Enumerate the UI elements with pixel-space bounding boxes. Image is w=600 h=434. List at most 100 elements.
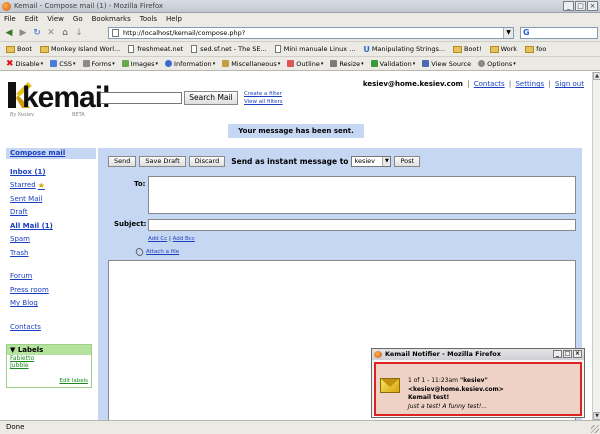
bookmark-item[interactable]: Mini manuale Linux ... — [272, 45, 359, 53]
close-button[interactable]: × — [587, 1, 598, 11]
sidebar-item-inbox[interactable]: Inbox (1) — [10, 165, 96, 179]
menu-view[interactable]: View — [47, 15, 64, 23]
dev-information[interactable]: Information ▾ — [162, 60, 218, 68]
search-mail-button[interactable]: Search Mail — [184, 91, 238, 105]
menu-tools[interactable]: Tools — [140, 15, 157, 23]
view-filters-link[interactable]: View all filters — [244, 98, 283, 106]
sidebar-item-sent-mail[interactable]: Sent Mail — [10, 192, 96, 206]
download-icon[interactable]: ↓ — [73, 27, 85, 39]
sidebar-item-spam[interactable]: Spam — [10, 233, 96, 247]
bookmark-item[interactable]: U Manipulating Strings... — [360, 45, 448, 54]
home-icon[interactable]: ⌂ — [59, 27, 71, 39]
sidebar-item-my-blog[interactable]: My Blog — [10, 297, 96, 311]
to-field[interactable] — [148, 176, 576, 214]
user-email: kesiev@home.kesiev.com — [362, 80, 463, 88]
notifier-controls: _ □ × — [553, 350, 582, 358]
post-button[interactable]: Post — [394, 156, 421, 167]
images-icon — [121, 60, 129, 67]
dev-miscellaneous[interactable]: Miscellaneous ▾ — [219, 60, 283, 68]
notifier-minimize-button[interactable]: _ — [553, 350, 562, 358]
bookmark-item[interactable]: sed.sf.net - The SE... — [188, 45, 270, 53]
discard-button[interactable]: Discard — [188, 156, 226, 167]
labels-header[interactable]: ▼ Labels — [7, 345, 91, 355]
search-box[interactable]: G — [520, 27, 598, 39]
view-source-icon — [422, 60, 430, 67]
cc-links: Add Cc | Add Bcc — [148, 236, 195, 242]
dev-disable[interactable]: ✖ Disable ▾ — [3, 59, 46, 69]
dev-forms[interactable]: Forms ▾ — [80, 60, 118, 68]
sidebar-item-contacts[interactable]: Contacts — [10, 320, 96, 334]
page-scrollbar[interactable]: ▲ ▼ — [592, 72, 600, 420]
notifier-maximize-button[interactable]: □ — [563, 350, 572, 358]
maximize-button[interactable]: □ — [575, 1, 586, 11]
sidebar-item-starred[interactable]: Starred ★ — [10, 179, 96, 193]
dev-css[interactable]: CSS ▾ — [47, 60, 78, 68]
menu-edit[interactable]: Edit — [25, 15, 39, 23]
status-bar: Done — [0, 420, 600, 434]
dev-view-source[interactable]: View Source — [419, 60, 474, 68]
mail-search-input[interactable] — [100, 92, 182, 104]
notification-card[interactable]: 1 of 1 - 11:23am "kesiev" <kesiev@home.k… — [374, 362, 582, 416]
create-filter-link[interactable]: Create a filter — [244, 90, 283, 98]
url-dropdown-icon[interactable]: ▼ — [503, 28, 513, 38]
options-gear-icon — [478, 60, 486, 67]
menu-file[interactable]: File — [4, 15, 16, 23]
label-item[interactable]: Jubble — [7, 362, 91, 369]
compose-mail-link[interactable]: Compose mail — [6, 148, 96, 159]
menu-help[interactable]: Help — [166, 15, 182, 23]
information-icon — [165, 60, 173, 67]
minimize-button[interactable]: _ — [563, 1, 574, 11]
subject-field[interactable] — [148, 219, 576, 231]
label-item[interactable]: Fabietto — [7, 355, 91, 362]
attach-file-link[interactable]: Attach a file — [146, 249, 179, 255]
resize-grip-icon[interactable] — [591, 425, 599, 433]
bookmark-item[interactable]: Boot — [3, 45, 35, 53]
stop-icon[interactable]: ✕ — [45, 27, 57, 39]
dev-validation[interactable]: Validation ▾ — [368, 60, 419, 68]
add-bcc-link[interactable]: Add Bcc — [173, 236, 195, 242]
dev-options[interactable]: Options ▾ — [475, 60, 519, 68]
resize-icon — [330, 60, 338, 67]
css-icon — [50, 60, 58, 67]
sidebar-item-forum[interactable]: Forum — [10, 270, 96, 284]
labels-box: ▼ Labels Fabietto Jubble Edit labels — [6, 344, 92, 388]
folder-icon — [39, 45, 49, 53]
page-icon — [191, 45, 198, 53]
sidebar-item-draft[interactable]: Draft — [10, 206, 96, 220]
sidebar-item-all-mail[interactable]: All Mail (1) — [10, 219, 96, 233]
reload-icon[interactable]: ↻ — [31, 27, 43, 39]
contacts-link[interactable]: Contacts — [474, 80, 505, 88]
menu-go[interactable]: Go — [73, 15, 83, 23]
dev-outline[interactable]: Outline ▾ — [284, 60, 326, 68]
bookmark-item[interactable]: Boot! — [450, 45, 485, 53]
miscellaneous-icon — [222, 60, 230, 67]
scroll-up-icon[interactable]: ▲ — [593, 72, 600, 80]
dev-images[interactable]: Images ▾ — [119, 60, 161, 68]
im-recipient-select[interactable]: kesiev ▼ — [351, 156, 392, 167]
attach-row: Attach a file — [134, 246, 179, 258]
bookmark-item[interactable]: Monkey Island Worl... — [37, 45, 123, 53]
edit-labels-link[interactable]: Edit labels — [59, 378, 88, 384]
send-button[interactable]: Send — [108, 156, 137, 167]
sidebar-item-trash[interactable]: Trash — [10, 246, 96, 260]
firefox-icon — [374, 351, 382, 358]
back-arrow-icon[interactable]: ◀ — [3, 27, 15, 39]
folder-icon — [6, 45, 15, 53]
settings-link[interactable]: Settings — [515, 80, 544, 88]
sign-out-link[interactable]: Sign out — [555, 80, 584, 88]
url-bar[interactable]: http://localhost/kemail/compose.php? ▼ — [108, 27, 514, 39]
notifier-close-button[interactable]: × — [573, 350, 582, 358]
bookmark-item[interactable]: foo — [522, 45, 549, 53]
scroll-down-icon[interactable]: ▼ — [593, 412, 600, 420]
status-text: Done — [6, 423, 25, 431]
logo-byline: By Kesiev — [10, 112, 35, 118]
window-controls: _ □ × — [563, 1, 598, 11]
dev-resize[interactable]: Resize ▾ — [327, 60, 366, 68]
save-draft-button[interactable]: Save Draft — [139, 156, 186, 167]
menu-bookmarks[interactable]: Bookmarks — [92, 15, 131, 23]
sidebar-item-press-room[interactable]: Press room — [10, 283, 96, 297]
add-cc-link[interactable]: Add Cc — [148, 236, 167, 242]
bookmark-item[interactable]: Work — [487, 45, 520, 53]
bookmark-item[interactable]: freshmeat.net — [125, 45, 186, 53]
forward-arrow-icon[interactable]: ▶ — [17, 27, 29, 39]
